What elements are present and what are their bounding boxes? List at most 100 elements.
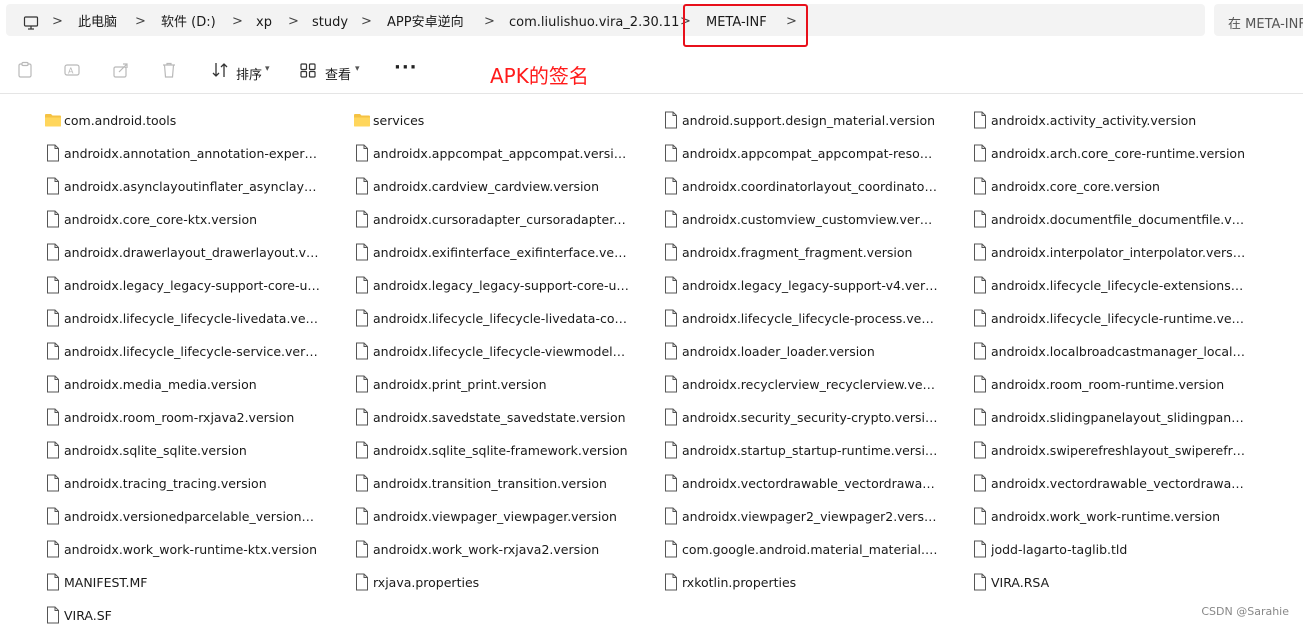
folder-icon xyxy=(44,111,62,129)
chevron-down-icon[interactable]: ▾ xyxy=(265,64,270,74)
breadcrumb-item-this-pc[interactable]: 此电脑 xyxy=(78,15,117,31)
file-item[interactable]: androidx.interpolator_interpolator.versi… xyxy=(971,238,1271,266)
file-item[interactable]: androidx.security_security-crypto.versio… xyxy=(662,403,962,431)
file-item[interactable]: androidx.appcompat_appcompat-resourc... xyxy=(662,139,962,167)
file-item[interactable]: androidx.cardview_cardview.version xyxy=(353,172,653,200)
file-item[interactable]: androidx.legacy_legacy-support-core-ui.v… xyxy=(44,271,344,299)
chevron-right-icon[interactable]: > xyxy=(135,14,146,30)
file-item[interactable]: androidx.coordinatorlayout_coordinatorla… xyxy=(662,172,962,200)
file-item[interactable]: androidx.recyclerview_recyclerview.versi… xyxy=(662,370,962,398)
file-item[interactable]: androidx.sqlite_sqlite.version xyxy=(44,436,344,464)
file-item[interactable]: androidx.legacy_legacy-support-core-util… xyxy=(353,271,653,299)
rename-icon[interactable]: A xyxy=(63,61,81,83)
file-item[interactable]: androidx.work_work-runtime.version xyxy=(971,502,1271,530)
file-item[interactable]: androidx.transition_transition.version xyxy=(353,469,653,497)
sort-icon[interactable] xyxy=(211,61,229,83)
breadcrumb-item-study[interactable]: study xyxy=(312,15,348,31)
file-item[interactable]: com.google.android.material_material.ver… xyxy=(662,535,962,563)
view-button[interactable]: 查看 xyxy=(325,64,351,83)
file-item[interactable]: androidx.lifecycle_lifecycle-viewmodel.v… xyxy=(353,337,653,365)
file-item[interactable]: androidx.annotation_annotation-experime.… xyxy=(44,139,344,167)
breadcrumb[interactable]: > 此电脑 > 软件 (D:) > xp > study > APP安卓逆向 >… xyxy=(6,4,1205,36)
file-item[interactable]: androidx.vectordrawable_vectordrawable..… xyxy=(662,469,962,497)
document-icon xyxy=(44,441,62,459)
document-icon xyxy=(971,144,989,162)
file-item[interactable]: androidx.appcompat_appcompat.version xyxy=(353,139,653,167)
document-icon xyxy=(44,276,62,294)
chevron-right-icon[interactable]: > xyxy=(361,14,372,30)
computer-icon[interactable] xyxy=(23,15,39,35)
breadcrumb-item-drive-d[interactable]: 软件 (D:) xyxy=(161,15,216,31)
document-icon xyxy=(662,309,680,327)
file-item[interactable]: androidx.savedstate_savedstate.version xyxy=(353,403,653,431)
file-item[interactable]: androidx.documentfile_documentfile.versi… xyxy=(971,205,1271,233)
chevron-right-icon[interactable]: > xyxy=(288,14,299,30)
folder-item[interactable]: services xyxy=(353,106,653,134)
file-item[interactable]: androidx.core_core.version xyxy=(971,172,1271,200)
file-item[interactable]: androidx.localbroadcastmanager_localbr..… xyxy=(971,337,1271,365)
file-item[interactable]: rxjava.properties xyxy=(353,568,653,596)
file-item[interactable]: androidx.startup_startup-runtime.version xyxy=(662,436,962,464)
file-item[interactable]: VIRA.SF xyxy=(44,601,344,629)
file-item[interactable]: androidx.work_work-runtime-ktx.version xyxy=(44,535,344,563)
file-name: androidx.lifecycle_lifecycle-extensions.… xyxy=(991,278,1247,293)
file-item[interactable]: androidx.lifecycle_lifecycle-livedata.ve… xyxy=(44,304,344,332)
file-item[interactable]: android.support.design_material.version xyxy=(662,106,962,134)
paste-icon[interactable] xyxy=(16,61,34,83)
file-item[interactable]: androidx.legacy_legacy-support-v4.versio… xyxy=(662,271,962,299)
file-item[interactable]: androidx.asynclayoutinflater_asynclayout… xyxy=(44,172,344,200)
folder-item[interactable]: com.android.tools xyxy=(44,106,344,134)
file-item[interactable]: androidx.core_core-ktx.version xyxy=(44,205,344,233)
file-item[interactable]: VIRA.RSA xyxy=(971,568,1271,596)
breadcrumb-item-package[interactable]: com.liulishuo.vira_2.30.11 xyxy=(509,15,679,31)
file-item[interactable]: androidx.work_work-rxjava2.version xyxy=(353,535,653,563)
sort-button[interactable]: 排序 xyxy=(236,64,262,83)
more-options-button[interactable]: ··· xyxy=(394,57,418,78)
file-item[interactable]: androidx.slidingpanelayout_slidingpanela… xyxy=(971,403,1271,431)
search-input[interactable]: 在 META-INF xyxy=(1214,4,1303,36)
file-item[interactable]: androidx.exifinterface_exifinterface.ver… xyxy=(353,238,653,266)
file-item[interactable]: androidx.activity_activity.version xyxy=(971,106,1271,134)
file-item[interactable]: androidx.room_room-rxjava2.version xyxy=(44,403,344,431)
chevron-right-icon[interactable]: > xyxy=(484,14,495,30)
file-item[interactable]: androidx.media_media.version xyxy=(44,370,344,398)
file-item[interactable]: androidx.arch.core_core-runtime.version xyxy=(971,139,1271,167)
breadcrumb-item-app-reverse[interactable]: APP安卓逆向 xyxy=(387,15,464,31)
document-icon xyxy=(971,111,989,129)
file-item[interactable]: androidx.lifecycle_lifecycle-livedata-co… xyxy=(353,304,653,332)
share-icon[interactable] xyxy=(112,61,130,83)
file-item[interactable]: MANIFEST.MF xyxy=(44,568,344,596)
file-item[interactable]: androidx.cursoradapter_cursoradapter.ve.… xyxy=(353,205,653,233)
chevron-down-icon[interactable]: ▾ xyxy=(355,64,360,74)
file-item[interactable]: androidx.sqlite_sqlite-framework.version xyxy=(353,436,653,464)
file-item[interactable]: rxkotlin.properties xyxy=(662,568,962,596)
file-item[interactable]: androidx.lifecycle_lifecycle-process.ver… xyxy=(662,304,962,332)
file-item[interactable]: androidx.fragment_fragment.version xyxy=(662,238,962,266)
document-icon xyxy=(44,342,62,360)
file-item[interactable]: androidx.tracing_tracing.version xyxy=(44,469,344,497)
document-icon xyxy=(971,540,989,558)
file-name: androidx.media_media.version xyxy=(64,377,257,392)
file-item[interactable]: androidx.lifecycle_lifecycle-runtime.ver… xyxy=(971,304,1271,332)
file-item[interactable]: androidx.customview_customview.version xyxy=(662,205,962,233)
file-item[interactable]: androidx.versionedparcelable_versionedp.… xyxy=(44,502,344,530)
file-item[interactable]: androidx.viewpager2_viewpager2.version xyxy=(662,502,962,530)
file-item[interactable]: androidx.swiperefreshlayout_swiperefresh… xyxy=(971,436,1271,464)
file-item[interactable]: androidx.lifecycle_lifecycle-extensions.… xyxy=(971,271,1271,299)
delete-icon[interactable] xyxy=(160,61,178,83)
breadcrumb-item-xp[interactable]: xp xyxy=(256,15,272,31)
file-item[interactable]: androidx.print_print.version xyxy=(353,370,653,398)
file-name: androidx.interpolator_interpolator.versi… xyxy=(991,245,1247,260)
document-icon xyxy=(44,144,62,162)
chevron-right-icon[interactable]: > xyxy=(232,14,243,30)
file-item[interactable]: androidx.viewpager_viewpager.version xyxy=(353,502,653,530)
file-item[interactable]: androidx.room_room-runtime.version xyxy=(971,370,1271,398)
file-item[interactable]: androidx.loader_loader.version xyxy=(662,337,962,365)
file-item[interactable]: androidx.drawerlayout_drawerlayout.versi… xyxy=(44,238,344,266)
file-item[interactable]: androidx.vectordrawable_vectordrawable..… xyxy=(971,469,1271,497)
file-item[interactable]: androidx.lifecycle_lifecycle-service.ver… xyxy=(44,337,344,365)
file-name: androidx.appcompat_appcompat-resourc... xyxy=(682,146,938,161)
view-icon[interactable] xyxy=(299,61,317,83)
chevron-right-icon[interactable]: > xyxy=(52,14,63,30)
file-item[interactable]: jodd-lagarto-taglib.tld xyxy=(971,535,1271,563)
